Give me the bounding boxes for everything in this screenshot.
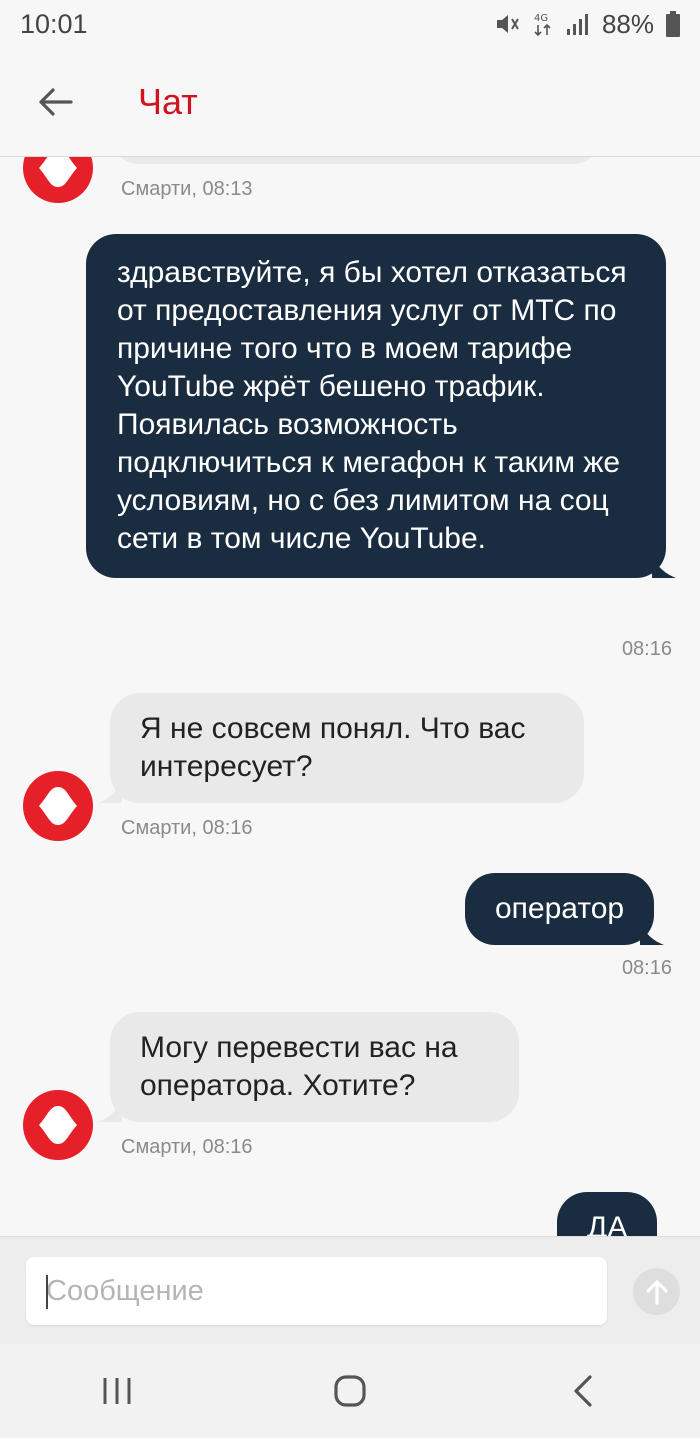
battery-icon	[666, 11, 680, 37]
bot-avatar	[23, 771, 93, 841]
user-message-bubble: здравствуйте, я бы хотел отказаться от п…	[86, 234, 676, 578]
mts-smarty-icon	[39, 1106, 77, 1144]
message-meta: 08:16	[621, 638, 672, 660]
battery-percent: 88%	[601, 8, 654, 39]
bot-avatar	[23, 157, 93, 203]
bot-message-bubble: Могу перевести вас на оператора. Хотите?	[98, 1012, 519, 1122]
page-title: Чат	[138, 81, 198, 122]
svg-text:4G: 4G	[534, 13, 548, 24]
message-meta: 08:16	[621, 957, 672, 979]
message-text: здравствуйте, я бы хотел отказаться от п…	[117, 256, 627, 555]
text-caret	[46, 1275, 48, 1309]
bubble-tail	[98, 1100, 122, 1122]
bubble-tail	[652, 556, 676, 578]
message-meta: Смарти, 08:16	[121, 1136, 253, 1158]
user-message-bubble: ДА	[557, 1192, 658, 1236]
bot-message-bubble: Я не совсем понял. Что вас интересует?	[98, 693, 584, 803]
message-text: Я не совсем понял. Что вас интересует?	[140, 712, 526, 783]
app-header: Чат	[0, 48, 700, 156]
recents-icon	[103, 1378, 131, 1404]
back-button[interactable]	[0, 48, 110, 156]
network-4g-icon: 4G	[532, 10, 554, 38]
mute-icon	[494, 11, 520, 37]
arrow-up-icon	[645, 1279, 668, 1305]
home-icon	[334, 1375, 366, 1407]
status-indicators: 4G 88%	[494, 9, 680, 40]
chevron-left-icon	[574, 1375, 592, 1407]
signal-icon	[566, 12, 590, 36]
user-message-bubble: оператор	[465, 873, 665, 945]
nav-back-button[interactable]	[523, 1344, 643, 1438]
bot-message-bubble	[110, 157, 602, 164]
status-bar: 10:01 4G 88%	[0, 0, 700, 48]
bubble-tail	[98, 781, 122, 803]
bubble-tail	[640, 923, 665, 945]
recents-button[interactable]	[57, 1344, 177, 1438]
bot-avatar	[23, 1090, 93, 1160]
send-button[interactable]	[633, 1268, 680, 1315]
message-input[interactable]	[26, 1257, 607, 1325]
message-meta: Смарти, 08:13	[121, 178, 253, 200]
arrow-left-icon	[39, 88, 73, 116]
chat-area[interactable]: Смарти, 08:13 здравствуйте, я бы хотел о…	[0, 157, 700, 1236]
home-button[interactable]	[290, 1344, 410, 1438]
mts-smarty-icon	[39, 787, 77, 825]
message-meta: Смарти, 08:16	[121, 817, 253, 839]
message-text: Могу перевести вас на оператора. Хотите?	[140, 1031, 458, 1102]
message-text: ДА	[587, 1211, 628, 1236]
status-time: 10:01	[20, 8, 88, 39]
message-composer	[0, 1236, 700, 1344]
system-nav-bar	[0, 1344, 700, 1438]
message-text: оператор	[495, 892, 625, 925]
mts-smarty-icon	[39, 157, 77, 187]
